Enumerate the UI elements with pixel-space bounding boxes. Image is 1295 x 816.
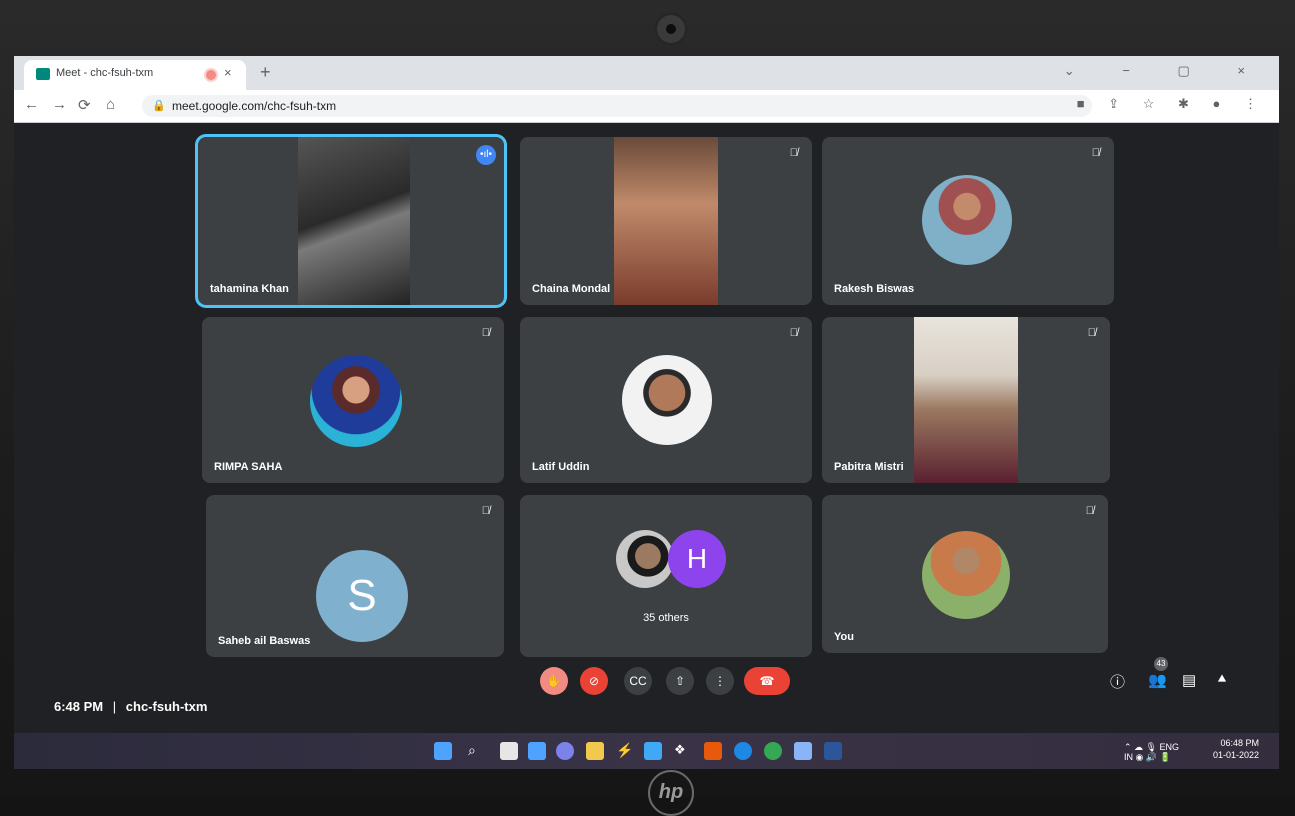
participant-name: RIMPA SAHA [214, 461, 283, 473]
recording-indicator-icon [206, 70, 216, 80]
others-count-label: 35 others [643, 612, 689, 624]
edge-icon[interactable] [734, 742, 752, 760]
chrome-icon[interactable] [764, 742, 782, 760]
chat-app-icon[interactable] [556, 742, 574, 760]
new-tab-button[interactable]: + [260, 62, 271, 83]
word-icon[interactable] [824, 742, 842, 760]
language-indicator[interactable]: ENG IN [1124, 742, 1179, 762]
clock-time: 06:48 PM [1220, 738, 1259, 748]
participant-name: Latif Uddin [532, 461, 590, 473]
participant-name: You [834, 631, 854, 643]
forward-arrow-icon[interactable]: → [52, 96, 67, 113]
people-icon[interactable]: 👥 [1148, 671, 1167, 689]
participant-tile[interactable]: 🎙̸ RIMPA SAHA [202, 317, 504, 483]
separator: | [112, 699, 117, 714]
participant-tile[interactable]: •ıl• tahamina Khan [198, 137, 504, 305]
participant-tile[interactable]: S 🎙̸ Saheb ail Baswas [206, 495, 504, 657]
mic-off-icon: 🎙̸ [789, 147, 798, 159]
participant-tile[interactable]: 🎙̸ Rakesh Biswas [822, 137, 1114, 305]
browser-tabstrip: Meet - chc-fsuh-txm × + ⌄ − ▢ × [14, 56, 1279, 90]
back-arrow-icon[interactable]: ← [24, 96, 39, 113]
tab-title: Meet - chc-fsuh-txm [56, 67, 154, 79]
raise-hand-button[interactable]: ✋ [540, 667, 568, 695]
laptop-screen: Meet - chc-fsuh-txm × + ⌄ − ▢ × ← → ⟳ ⌂ … [14, 56, 1279, 769]
reload-icon[interactable]: ⟳ [78, 96, 91, 114]
more-options-button[interactable]: ⋮ [706, 667, 734, 695]
url-text: meet.google.com/chc-fsuh-txm [172, 99, 337, 113]
window-controls[interactable]: ⌄ − ▢ × [1064, 63, 1267, 79]
mic-off-icon: 🎙̸ [481, 505, 490, 517]
participant-name: Chaina Mondal [532, 283, 611, 295]
search-icon[interactable]: ⌕ [468, 742, 486, 760]
start-icon[interactable] [434, 742, 452, 760]
camera-off-button[interactable]: ⊘ [580, 667, 608, 695]
chat-icon[interactable]: ▤ [1182, 671, 1196, 689]
home-icon[interactable]: ⌂ [106, 96, 115, 113]
leave-call-button[interactable]: ☎ [744, 667, 790, 695]
lock-icon: 🔒 [152, 100, 166, 112]
participant-name: Pabitra Mistri [834, 461, 904, 473]
participant-avatar [310, 355, 402, 447]
participant-tile[interactable]: 🎙̸ Pabitra Mistri [822, 317, 1110, 483]
mic-off-icon: 🎙̸ [481, 327, 490, 339]
participant-video [614, 137, 718, 305]
toolbar-extension-icons[interactable]: ■ ⇪ ☆ ✱ ● ⋮ [1077, 96, 1267, 112]
mic-off-icon: 🎙̸ [1087, 327, 1096, 339]
webcam-lens [666, 24, 676, 34]
participant-avatar [922, 531, 1010, 619]
participant-tile[interactable]: 🎙̸ Chaina Mondal [520, 137, 812, 305]
hp-logo: hp [648, 770, 694, 816]
clock-date: 01-01-2022 [1212, 750, 1259, 760]
participant-tile[interactable]: 🎙̸ You [822, 495, 1108, 653]
dropbox-icon[interactable]: ❖ [674, 742, 692, 760]
mic-off-icon: 🎙̸ [1091, 147, 1100, 159]
meeting-time: 6:48 PM [54, 699, 104, 714]
windows-taskbar: ⌕ ⚡ ❖ ⌃ ☁ 🎙 ENG IN ◉ 🔊 🔋 06:48 PM 01-01-2… [14, 733, 1279, 769]
meet-favicon-icon [36, 68, 50, 80]
app-icon[interactable] [794, 742, 812, 760]
meet-grid: •ıl• tahamina Khan 🎙̸ Chaina Mondal 🎙̸ R… [14, 123, 1279, 693]
office-icon[interactable] [704, 742, 722, 760]
browser-tab[interactable]: Meet - chc-fsuh-txm × [24, 60, 246, 90]
participant-count-badge: 43 [1154, 657, 1168, 671]
participant-name: tahamina Khan [210, 283, 289, 295]
participant-video [914, 317, 1018, 483]
mic-off-icon: 🎙̸ [1085, 505, 1094, 517]
file-explorer-icon[interactable] [586, 742, 604, 760]
meeting-details: 6:48 PM | chc-fsuh-txm [54, 699, 207, 714]
participant-avatar [922, 175, 1012, 265]
mail-icon[interactable] [644, 742, 662, 760]
widgets-icon[interactable] [528, 742, 546, 760]
participant-tile[interactable]: 🎙̸ Latif Uddin [520, 317, 812, 483]
participant-name: Rakesh Biswas [834, 283, 915, 295]
mic-off-icon: 🎙̸ [789, 327, 798, 339]
power-automate-icon[interactable]: ⚡ [616, 742, 634, 760]
activities-icon[interactable]: ⯅ [1216, 671, 1228, 688]
present-button[interactable]: ⇧ [666, 667, 694, 695]
meeting-code: chc-fsuh-txm [125, 699, 208, 714]
participant-avatar [616, 530, 674, 588]
participant-name: Saheb ail Baswas [218, 635, 311, 647]
participant-avatar: H [668, 530, 726, 588]
captions-button[interactable]: CC [624, 667, 652, 695]
task-view-icon[interactable] [500, 742, 518, 760]
participant-avatar: S [316, 550, 408, 642]
taskbar-clock[interactable]: 06:48 PM 01-01-2022 [1213, 737, 1259, 761]
info-icon[interactable]: ⓘ [1110, 671, 1125, 692]
tab-close-button[interactable]: × [224, 65, 232, 80]
address-bar[interactable]: 🔒 meet.google.com/chc-fsuh-txm [142, 95, 1092, 117]
participant-video [298, 137, 410, 305]
system-tray[interactable]: ⌃ ☁ 🎙 ENG IN ◉ 🔊 🔋 [1124, 742, 1179, 762]
browser-toolbar: ← → ⟳ ⌂ 🔒 meet.google.com/chc-fsuh-txm ■… [14, 90, 1279, 123]
others-tile[interactable]: H 35 others [520, 495, 812, 657]
meet-control-bar: 6:48 PM | chc-fsuh-txm ✋ ⊘ CC ⇧ ⋮ ☎ ⓘ 👥 … [14, 657, 1279, 733]
speaking-indicator-icon: •ıl• [476, 145, 496, 165]
participant-avatar [622, 355, 712, 445]
